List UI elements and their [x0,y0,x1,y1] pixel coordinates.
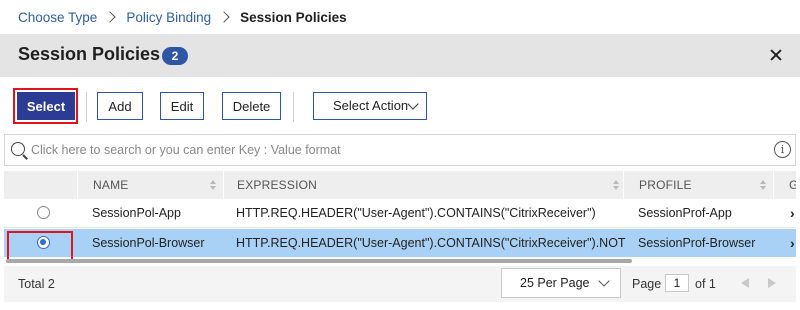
close-icon[interactable] [766,45,786,65]
breadcrumb-current: Session Policies [240,9,347,25]
search-bar: i [4,134,796,166]
column-header-g-label: G [789,178,796,192]
search-icon [11,142,25,156]
info-icon[interactable]: i [774,141,791,158]
column-header-profile[interactable]: PROFILE [623,171,774,199]
chevron-right-icon[interactable]: › [790,199,795,227]
select-action-dropdown[interactable]: Select Action [313,92,427,120]
count-badge: 2 [162,47,188,65]
dialog-header: Session Policies 2 [0,34,800,77]
page-label: Page [632,277,662,291]
select-action-label: Select Action [333,98,409,113]
select-button[interactable]: Select [17,92,75,120]
chevron-right-icon [218,11,230,23]
row-profile: SessionProf-Browser [638,236,756,250]
sort-icon [210,180,216,190]
breadcrumb: Choose Type Policy Binding Session Polic… [18,8,347,26]
horizontal-scrollbar[interactable] [6,259,632,263]
table-header: NAME EXPRESSION PROFILE G [4,171,796,199]
chevron-right-icon[interactable]: › [790,229,795,257]
row-radio-selected[interactable] [37,236,50,249]
column-header-profile-label: PROFILE [639,178,692,192]
table-row[interactable]: SessionPol-Browser HTTP.REQ.HEADER("User… [4,229,796,261]
chevron-down-icon [598,275,610,287]
column-header-name-label: NAME [93,178,129,192]
column-header-g[interactable]: G [773,171,796,199]
total-value: 2 [47,277,55,291]
sort-icon [613,180,619,190]
row-expression: HTTP.REQ.HEADER("User-Agent").CONTAINS("… [236,236,626,250]
breadcrumb-choose-type[interactable]: Choose Type [18,10,97,25]
chevron-right-icon [104,11,116,23]
per-page-label: 25 Per Page [520,276,590,290]
chevron-down-icon [407,98,419,110]
row-radio[interactable] [37,206,50,219]
column-header-expression[interactable]: EXPRESSION [223,171,624,199]
column-header-name[interactable]: NAME [77,171,224,199]
toolbar-divider [86,92,87,122]
total-label: Total [18,277,45,291]
next-page-icon[interactable] [768,278,776,288]
column-header-expression-label: EXPRESSION [237,178,318,192]
page-number-input[interactable] [665,274,689,292]
table-footer: Total 2 25 Per Page Page of 1 [4,266,796,302]
search-input[interactable] [31,139,731,161]
edit-button[interactable]: Edit [160,92,204,120]
sort-icon [760,180,766,190]
policies-table: NAME EXPRESSION PROFILE G SessionPol-App… [4,171,796,265]
row-profile: SessionProf-App [638,206,732,220]
per-page-select[interactable]: 25 Per Page [501,268,621,298]
page-title: Session Policies [18,44,161,64]
add-button[interactable]: Add [97,92,143,120]
table-row[interactable]: SessionPol-App HTTP.REQ.HEADER("User-Age… [4,199,796,228]
toolbar-divider [293,92,294,122]
toolbar: Select Add Edit Delete Select Action [0,88,800,126]
row-name: SessionPol-Browser [92,236,205,250]
row-name: SessionPol-App [92,206,181,220]
page-total: of 1 [695,277,716,291]
breadcrumb-policy-binding[interactable]: Policy Binding [126,10,211,25]
prev-page-icon[interactable] [741,278,749,288]
row-expression: HTTP.REQ.HEADER("User-Agent").CONTAINS("… [236,206,596,220]
total-count: Total 2 [18,277,55,291]
delete-button[interactable]: Delete [222,92,281,120]
